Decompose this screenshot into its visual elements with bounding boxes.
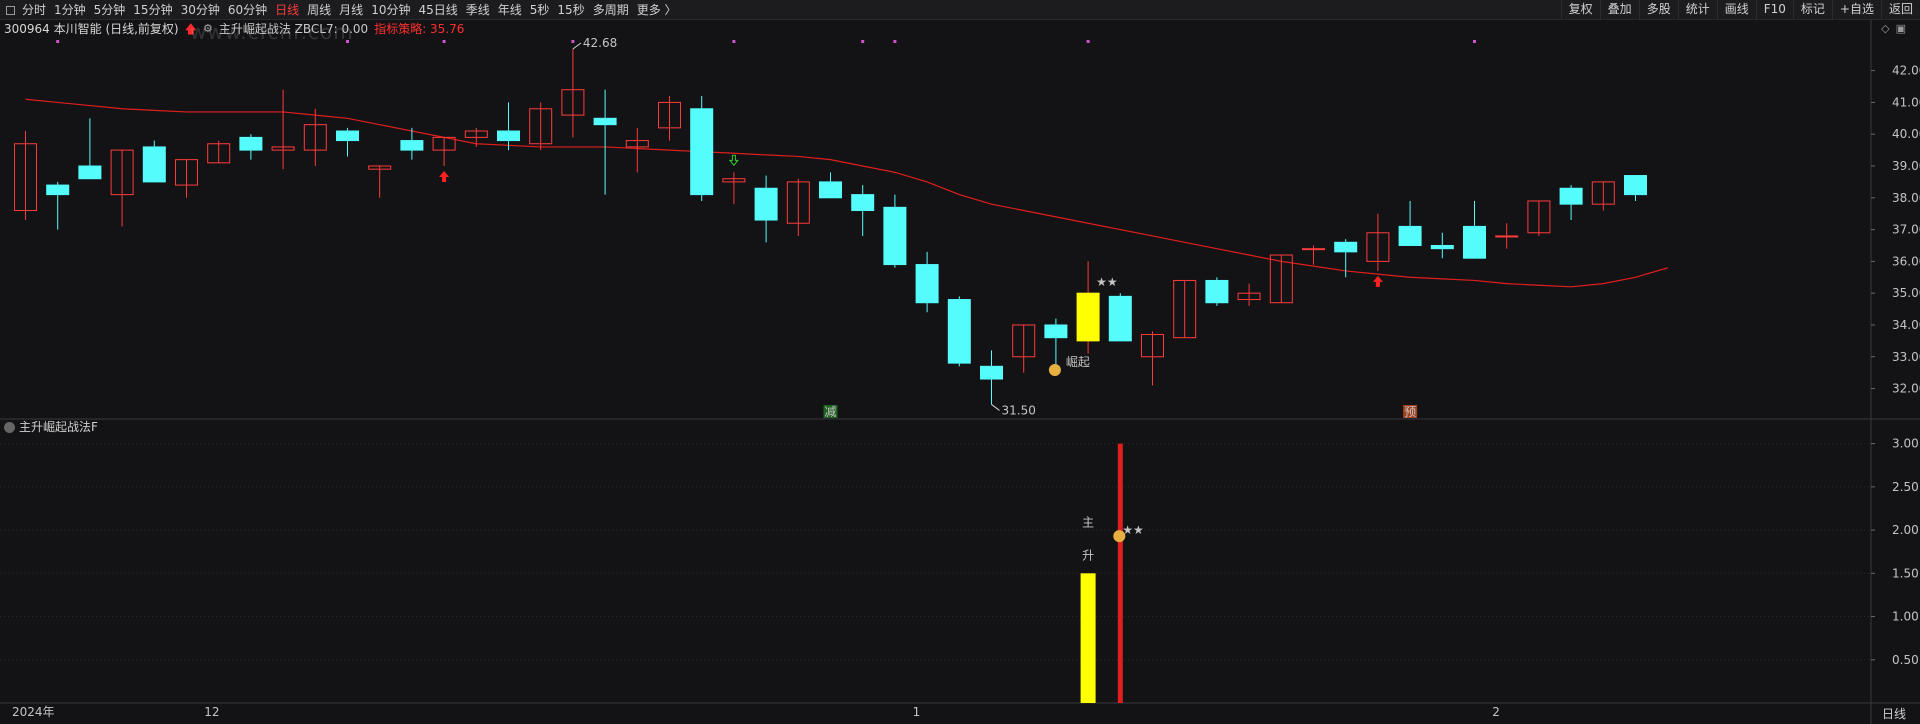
candle-body (239, 136, 263, 151)
candle-body (1302, 248, 1325, 251)
indicator-char: 主 (1082, 515, 1094, 529)
signal-dot (861, 40, 865, 43)
candle-body (851, 194, 875, 212)
star-label: ★★ (1122, 523, 1144, 537)
sub-y-tick-label: 2.00 (1892, 523, 1919, 537)
candle-body (78, 165, 102, 180)
ma-line (25, 98, 1668, 288)
y-tick-label: 37.00 (1892, 223, 1920, 237)
candle-body (593, 117, 617, 126)
extreme-pointer (991, 404, 1000, 411)
candle-body (883, 206, 907, 266)
candle-body (915, 264, 939, 304)
date-label: 12 (204, 705, 219, 719)
date-label: 2024年 (12, 705, 55, 719)
star-label: ★★ (1096, 275, 1118, 289)
rise-label: 崛起 (1066, 354, 1090, 369)
subchart-title-text: 主升崛起战法F (19, 420, 98, 434)
y-tick-label: 41.00 (1892, 95, 1920, 109)
signal-badge-text: 预 (1404, 405, 1416, 419)
indicator-bar (1080, 573, 1096, 703)
y-tick-label: 38.00 (1892, 191, 1920, 205)
date-label: 2 (1492, 705, 1500, 719)
candle-body (947, 299, 971, 364)
extreme-label: 42.68 (583, 36, 617, 50)
extreme-label: 31.50 (1002, 403, 1036, 417)
y-tick-label: 34.00 (1892, 318, 1920, 332)
signal-dot (56, 40, 60, 43)
sell-arrow-icon (728, 154, 739, 167)
y-tick-label: 33.00 (1892, 350, 1920, 364)
y-tick-label: 32.00 (1892, 382, 1920, 396)
sub-y-tick-label: 1.00 (1892, 610, 1919, 624)
candle-body (1108, 295, 1132, 342)
signal-dot (732, 40, 736, 43)
signal-dot (442, 40, 446, 43)
candle-body (1044, 324, 1068, 339)
money-bag-icon (1048, 363, 1061, 376)
date-label: 1 (913, 705, 921, 719)
candle-body (1076, 292, 1100, 342)
candle-body (1430, 244, 1454, 250)
sub-y-tick-label: 1.50 (1892, 566, 1919, 580)
y-tick-label: 42.00 (1892, 64, 1920, 78)
candle-body (400, 140, 424, 151)
buy-arrow-icon (439, 171, 450, 182)
indicator-bar (1117, 443, 1123, 703)
candle-body (336, 130, 359, 142)
period-label: 日线 (1881, 707, 1906, 721)
candle-body (1205, 279, 1229, 304)
candle-body (754, 187, 778, 221)
y-tick-label: 36.00 (1892, 254, 1920, 268)
candle-body (1624, 175, 1647, 196)
extreme-pointer (572, 42, 582, 50)
signal-dot (571, 40, 575, 43)
buy-arrow-icon (1372, 275, 1383, 287)
y-tick-label: 40.00 (1892, 127, 1920, 141)
subchart-title[interactable]: 主升崛起战法F (4, 420, 98, 434)
candle-body (46, 184, 70, 196)
signal-dot (1473, 40, 1476, 43)
collapse-icon[interactable] (4, 421, 15, 433)
candle-body (1334, 241, 1358, 253)
signal-dot (893, 40, 897, 43)
indicator-char: 升 (1082, 548, 1094, 562)
signal-dot (346, 40, 349, 43)
chart-area[interactable]: 42.00 41.00 40.00 39.00 38.00 37.00 36.00 35.00… (0, 0, 1920, 724)
signal-dot (1086, 40, 1090, 43)
candle-body (142, 146, 166, 183)
sub-y-tick-label: 3.00 (1892, 437, 1919, 451)
sub-y-tick-label: 0.50 (1892, 653, 1919, 667)
candle-body (1398, 225, 1422, 246)
candle-body (497, 130, 520, 142)
sub-y-tick-label: 2.50 (1892, 480, 1919, 494)
signal-badge-text: 减 (825, 405, 837, 419)
y-tick-label: 35.00 (1892, 286, 1920, 300)
candle-body (690, 108, 714, 196)
candle-body (819, 181, 842, 199)
y-tick-label: 39.00 (1892, 159, 1920, 173)
candle-body (1559, 187, 1583, 205)
candle-body (1463, 225, 1486, 259)
candle-body (980, 365, 1003, 380)
candle-body (1495, 235, 1519, 238)
